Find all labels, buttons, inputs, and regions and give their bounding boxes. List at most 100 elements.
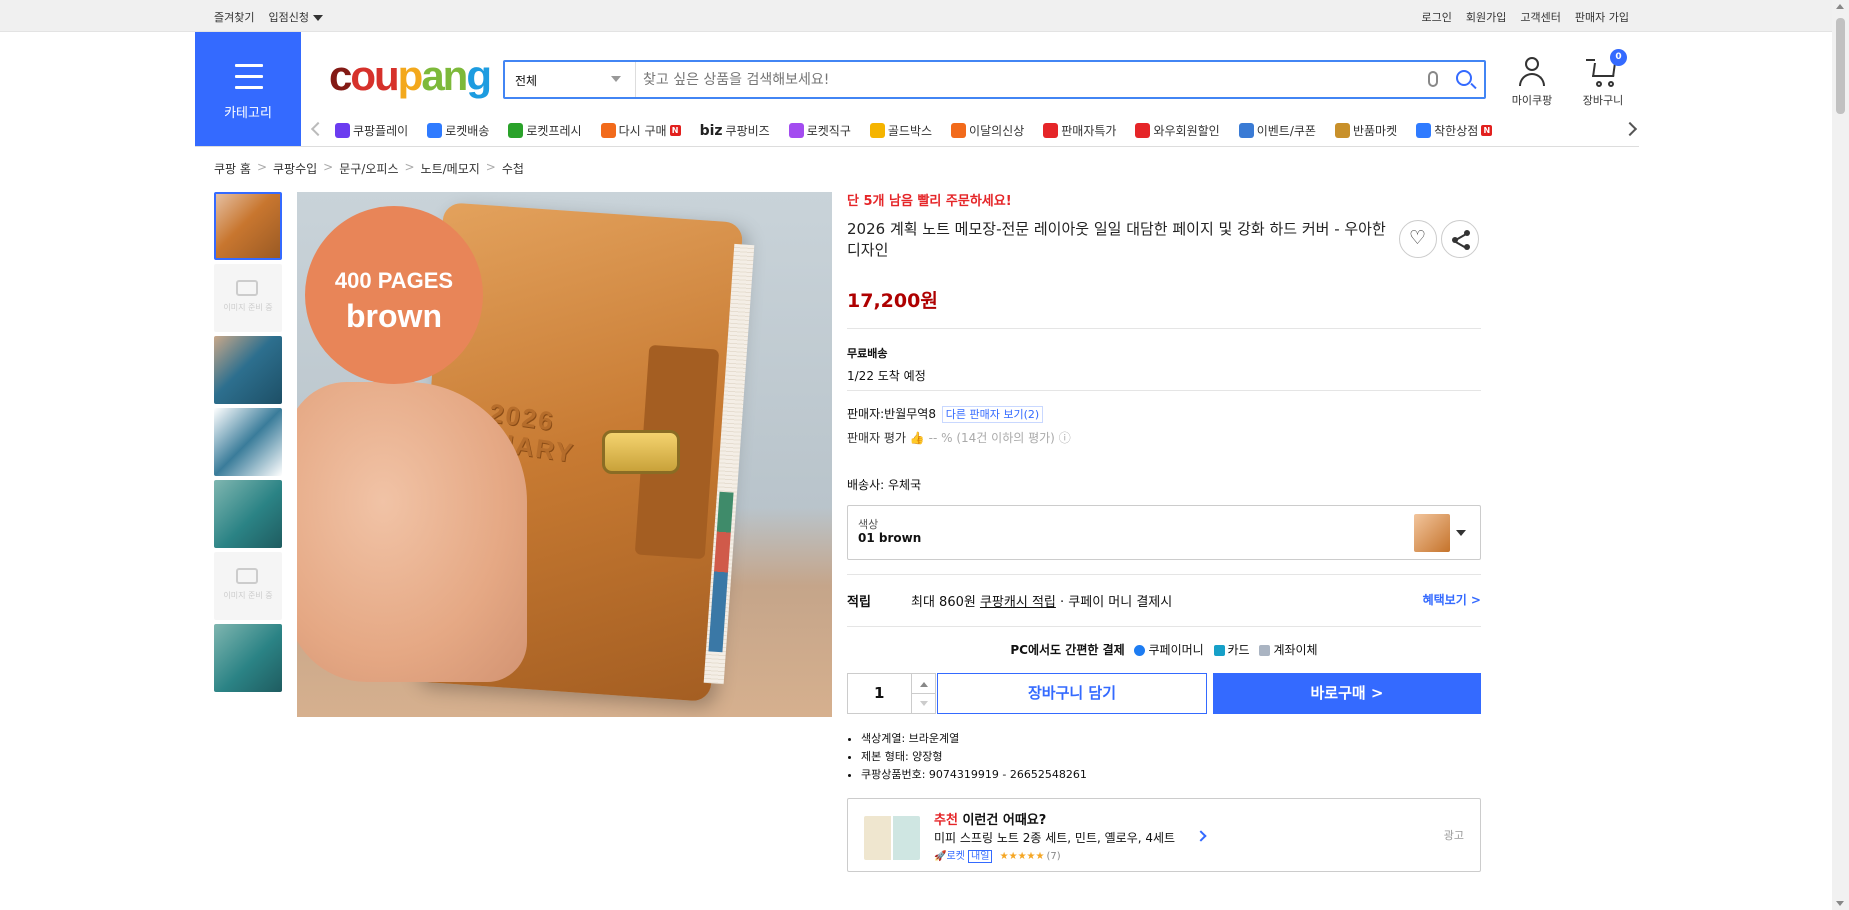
product-price: 17,200원	[847, 290, 938, 312]
cart-button[interactable]: 장바구니	[1571, 56, 1635, 108]
quantity-stepper[interactable]: 1	[847, 673, 936, 714]
recommendation-meta: 🚀로켓 내일 ★★★★★ (7)	[934, 847, 1061, 863]
my-coupang-button[interactable]: 마이쿠팡	[1500, 56, 1564, 108]
color-option-select[interactable]: 색상 01 brown	[847, 505, 1481, 560]
recommendation-card[interactable]: 추천 이런건 어때요? 미피 스프링 노트 2종 세트, 민트, 옐로우, 4세…	[847, 798, 1481, 872]
menu-item[interactable]: 쿠팡플레이	[335, 122, 408, 139]
customer-center-link[interactable]: 고객센터	[1520, 9, 1560, 25]
menu-item[interactable]: 와우회원할인	[1135, 122, 1220, 139]
top-utility-bar: 즐겨찾기 입점신청 로그인 회원가입 고객센터 판매자 가입	[0, 0, 1849, 32]
placeholder-text: 이미지 준비 중	[223, 591, 273, 600]
spec-item: 제본 형태: 양장형	[861, 748, 1087, 766]
menu-item[interactable]: 로켓배송	[427, 122, 489, 139]
ad-label: 광고	[1443, 829, 1464, 842]
breadcrumb-item[interactable]: 쿠팡 홈	[214, 160, 251, 177]
logo-part: an	[421, 52, 468, 99]
reward-value: 최대 860원 쿠팡캐시 적립 · 쿠페이 머니 결제시	[911, 591, 1172, 610]
menu-icon	[1043, 123, 1059, 138]
main-product-image[interactable]: 2026 DIARY 400 PAGES brown	[297, 192, 832, 717]
category-button[interactable]: 카테고리	[195, 32, 301, 147]
page-scrollbar[interactable]	[1832, 0, 1849, 910]
payment-method: 쿠페이머니	[1148, 643, 1204, 657]
reward-key: 적립	[847, 595, 871, 610]
buy-now-button[interactable]: 바로구매 >	[1213, 673, 1481, 714]
menu-item[interactable]: biz 쿠팡비즈	[700, 122, 770, 139]
thumbnail-7[interactable]	[214, 624, 282, 692]
category-label: 카테고리	[224, 106, 272, 121]
menu-item[interactable]: 로켓직구	[788, 122, 851, 139]
menu-item[interactable]: 반품마켓	[1334, 122, 1397, 139]
quantity-value[interactable]: 1	[874, 684, 884, 702]
quantity-increase[interactable]	[911, 674, 935, 694]
menu-item[interactable]: 다시 구매 N	[600, 122, 681, 139]
quantity-decrease[interactable]	[911, 694, 935, 714]
chevron-down-icon	[611, 76, 621, 82]
logo-part: c	[329, 52, 352, 99]
recommendation-title: 미피 스프링 노트 2종 세트, 민트, 옐로우, 4세트	[934, 831, 1176, 845]
bank-icon	[1259, 645, 1271, 656]
thumbnail-list: 이미지 준비 중 이미지 준비 중	[214, 192, 282, 696]
scrollbar-thumb[interactable]	[1836, 18, 1845, 114]
reward-amount: 최대 860원	[911, 595, 976, 610]
payment-title: PC에서도 간편한 결제	[1010, 643, 1125, 657]
vendor-apply-label: 입점신청	[268, 11, 309, 24]
signup-link[interactable]: 회원가입	[1466, 9, 1506, 25]
login-link[interactable]: 로그인	[1422, 9, 1452, 25]
product-info-panel: 단 5개 남음 빨리 주문하세요! 2026 계획 노트 메모장-전문 레이아웃…	[847, 190, 1481, 872]
coupang-cash-link[interactable]: 쿠팡캐시 적립	[980, 595, 1056, 610]
option-thumbnail	[1414, 514, 1450, 552]
recommend-rest: 이런건 어때요?	[957, 813, 1047, 828]
scroll-down-arrow[interactable]	[1836, 901, 1844, 906]
breadcrumb-item[interactable]: 쿠팡수입	[273, 160, 317, 177]
thumbnail-6[interactable]: 이미지 준비 중	[214, 552, 282, 620]
breadcrumb-item[interactable]: 수첩	[502, 160, 524, 177]
chevron-left-icon[interactable]	[310, 121, 326, 137]
bookmark-link[interactable]: 즐겨찾기	[214, 9, 254, 25]
placeholder-text: 이미지 준비 중	[223, 303, 273, 312]
option-value: 01 brown	[858, 531, 922, 545]
menu-icon	[335, 123, 350, 138]
benefits-link[interactable]: 혜택보기 >	[1423, 591, 1481, 608]
menu-item[interactable]: 판매자특가	[1043, 122, 1116, 139]
seller-rating-label: 판매자 평가	[847, 431, 907, 445]
menu-item[interactable]: 로켓프레시	[508, 122, 582, 139]
thumbnail-1[interactable]	[214, 192, 282, 260]
option-label: 색상	[858, 518, 879, 531]
breadcrumb-separator: >	[323, 160, 334, 174]
search-icon[interactable]	[1456, 70, 1472, 86]
search-category-select[interactable]: 전체	[505, 62, 636, 97]
thumbnail-5[interactable]	[214, 480, 282, 548]
reward-section: 적립 최대 860원 쿠팡캐시 적립 · 쿠페이 머니 결제시 혜택보기 >	[847, 574, 1481, 626]
cart-count-badge: 0	[1610, 49, 1627, 66]
thumbnail-3[interactable]	[214, 336, 282, 404]
menu-item-label: 다시 구매	[618, 124, 667, 138]
menu-item-label: 쿠팡비즈	[725, 124, 770, 138]
menu-item[interactable]: 착한상점 N	[1416, 122, 1493, 139]
menu-icon	[1416, 123, 1432, 138]
recommend-red: 추천	[934, 813, 958, 828]
thumbnail-2[interactable]: 이미지 준비 중	[214, 264, 282, 332]
menu-item-label: 이벤트/쿠폰	[1256, 124, 1316, 138]
menu-item[interactable]: 골드박스	[869, 122, 932, 139]
chevron-right-icon[interactable]	[1195, 830, 1207, 842]
thumbnail-4[interactable]	[214, 408, 282, 476]
microphone-icon[interactable]	[1428, 71, 1438, 87]
other-sellers-link[interactable]: 다른 판매자 보기(2)	[941, 406, 1044, 423]
add-to-cart-button[interactable]: 장바구니 담기	[937, 673, 1207, 714]
scroll-up-arrow[interactable]	[1836, 4, 1844, 9]
chevron-right-icon[interactable]	[1622, 121, 1638, 137]
menu-item[interactable]: 이달의신상	[951, 122, 1024, 139]
breadcrumb-item[interactable]: 문구/오피스	[339, 160, 398, 177]
vendor-apply-link[interactable]: 입점신청	[268, 9, 323, 25]
info-icon[interactable]: ⓘ	[1059, 431, 1071, 445]
breadcrumb-item[interactable]: 노트/메모지	[421, 160, 480, 177]
menu-item[interactable]: 이벤트/쿠폰	[1238, 122, 1316, 139]
coupang-logo[interactable]: coupang	[329, 52, 492, 100]
search-input[interactable]	[643, 66, 1403, 93]
share-button[interactable]	[1441, 220, 1479, 258]
breadcrumb-separator: >	[404, 160, 415, 174]
menu-icon	[600, 123, 616, 138]
seller-signup-link[interactable]: 판매자 가입	[1575, 9, 1629, 25]
menu-item-label: 로켓배송	[445, 124, 490, 138]
wishlist-button[interactable]	[1399, 220, 1437, 258]
